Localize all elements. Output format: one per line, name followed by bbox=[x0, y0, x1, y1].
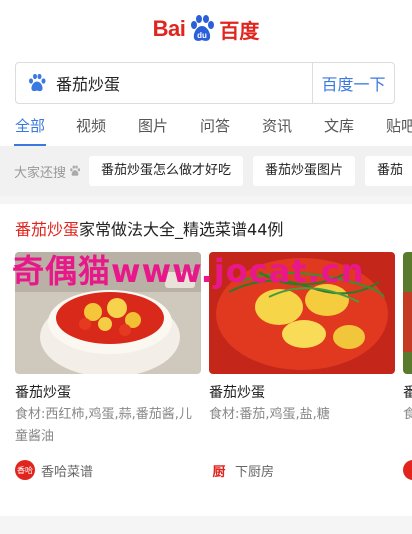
related-label: 大家还搜 bbox=[14, 162, 81, 181]
recipe-ingredients: 食材:盐 bbox=[403, 407, 412, 422]
recipe-ingredients: 食材:番茄,鸡蛋,盐,糖 bbox=[209, 407, 330, 422]
paw-logo-icon: du bbox=[187, 14, 217, 44]
tab-tieba[interactable]: 贴吧 bbox=[370, 106, 412, 146]
recipe-source-name: 香哈菜谱 bbox=[41, 464, 94, 480]
search-button[interactable]: 百度一下 bbox=[312, 63, 394, 103]
paw-icon bbox=[24, 62, 50, 104]
tab-wenku[interactable]: 文库 bbox=[308, 106, 370, 146]
source-logo-icon: 香哈 bbox=[15, 460, 35, 480]
recipe-source: 厨 下厨房 bbox=[209, 460, 274, 480]
tab-images[interactable]: 图片 bbox=[122, 106, 184, 146]
result-title[interactable]: 番茄炒蛋家常做法大全_精选菜谱44例 bbox=[15, 216, 283, 240]
tab-qa[interactable]: 问答 bbox=[184, 106, 246, 146]
source-logo-icon bbox=[403, 460, 412, 480]
recipe-name: 番 bbox=[403, 385, 412, 401]
paw-icon bbox=[70, 165, 81, 176]
tab-video[interactable]: 视频 bbox=[60, 106, 122, 146]
search-input[interactable] bbox=[50, 63, 312, 103]
logo-du-text: du bbox=[197, 31, 207, 40]
related-label-text: 大家还搜 bbox=[14, 165, 67, 181]
result-title-rest: 家常做法大全_精选菜谱44例 bbox=[79, 220, 284, 239]
source-logo-icon: 厨 bbox=[209, 460, 229, 480]
recipe-card[interactable]: 番 食材:盐 bbox=[403, 252, 412, 480]
recipe-ingredients: 食材:西红柿,鸡蛋,蒜,番茄酱,儿童酱油 bbox=[15, 407, 192, 444]
search-box: 百度一下 bbox=[15, 62, 395, 104]
recipe-image bbox=[403, 252, 412, 374]
header-area: Bai du 百度 番茄炒蛋 百度一下 全部 视频 图片 问答 资讯 文库 贴吧 bbox=[0, 0, 412, 146]
related-chip[interactable]: 番茄炒蛋图片 bbox=[253, 156, 356, 186]
watermark-overlay: 奇偶猫www.jocat.cn bbox=[12, 252, 365, 290]
related-searches: 大家还搜 番茄炒蛋怎么做才好吃 番茄炒蛋图片 番茄 bbox=[0, 146, 412, 196]
result-card: 番茄炒蛋家常做法大全_精选菜谱44例 奇偶猫www.jocat.cn 番茄炒蛋 … bbox=[0, 204, 412, 516]
recipe-source: 香哈 香哈菜谱 bbox=[15, 460, 93, 480]
recipe-name: 番茄炒蛋 bbox=[209, 385, 265, 401]
related-chip[interactable]: 番茄炒蛋怎么做才好吃 bbox=[89, 156, 244, 186]
recipe-source-name: 下厨房 bbox=[235, 464, 275, 480]
tab-all[interactable]: 全部 bbox=[14, 106, 46, 146]
recipe-source bbox=[403, 460, 412, 480]
logo-text-cn: 百度 bbox=[219, 18, 260, 43]
result-title-highlight: 番茄炒蛋 bbox=[15, 220, 80, 239]
baidu-logo[interactable]: Bai du 百度 bbox=[0, 14, 412, 50]
recipe-name: 番茄炒蛋 bbox=[15, 385, 71, 401]
related-chip[interactable]: 番茄 bbox=[365, 156, 412, 186]
tab-news[interactable]: 资讯 bbox=[246, 106, 308, 146]
search-tabs: 全部 视频 图片 问答 资讯 文库 贴吧 bbox=[0, 106, 412, 146]
logo-text-bai: Bai bbox=[152, 16, 186, 41]
